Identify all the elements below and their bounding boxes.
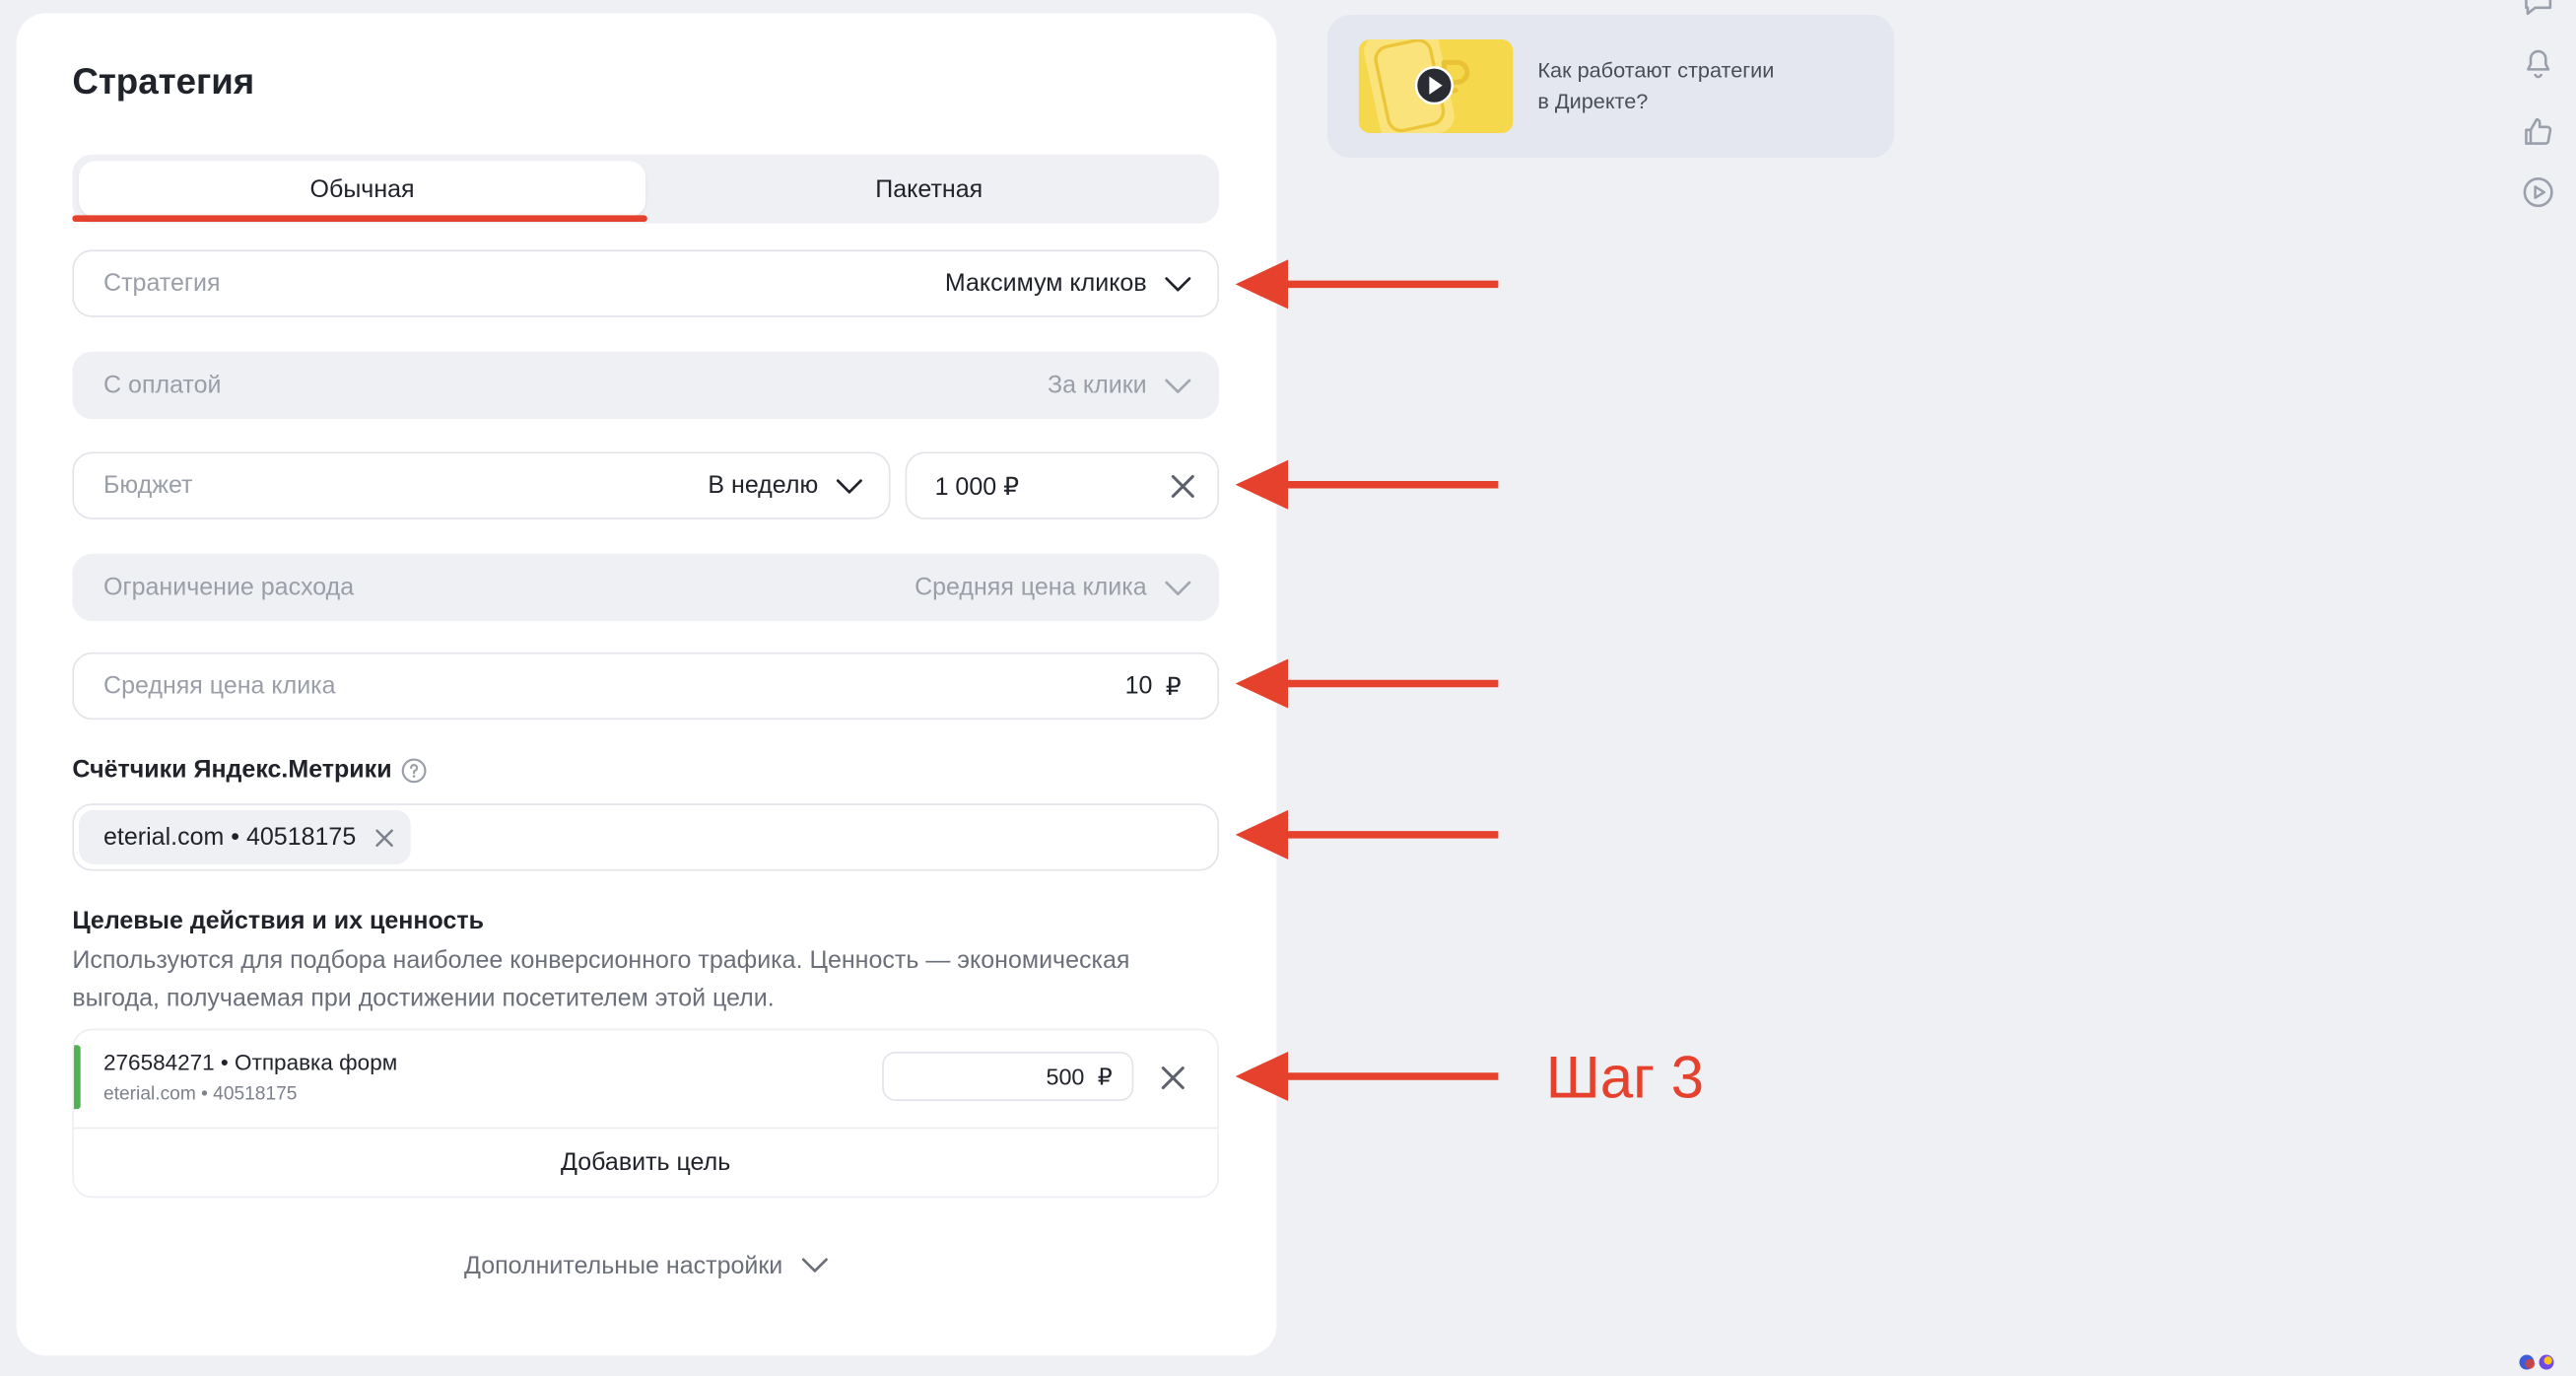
page-title: Стратегия [72, 60, 255, 103]
tab-regular[interactable]: Обычная [79, 161, 646, 218]
help-video-title: Как работают стратегии в Директе? [1537, 54, 1774, 116]
budget-period-value: В неделю [708, 471, 819, 500]
step-annotation: Шаг 3 [1545, 1043, 1705, 1111]
goals-description-line: Используются для подбора наиболее конвер… [72, 946, 1130, 975]
avg-cpc-value: 10 [1124, 671, 1153, 701]
goals-list: 276584271 • Отправка форм eterial.com • … [72, 1028, 1219, 1199]
avg-cpc-label: Средняя цена клика [103, 671, 336, 701]
strategy-select[interactable]: Стратегия Максимум кликов [72, 249, 1219, 317]
spend-limit-select[interactable]: Ограничение расхода Средняя цена клика [72, 553, 1219, 622]
goals-description-line: выгода, получаемая при достижении посети… [72, 984, 775, 1012]
goal-status-bar [74, 1045, 81, 1110]
chip-remove-icon[interactable] [374, 827, 394, 847]
play-circle-icon[interactable] [2520, 174, 2556, 211]
metrika-counters-field[interactable]: eterial.com • 40518175 [72, 803, 1219, 871]
goals-description: Используются для подбора наиболее конвер… [72, 941, 1129, 1017]
goals-title: Целевые действия и их ценность [72, 907, 484, 935]
help-video-card[interactable]: Как работают стратегии в Директе? [1327, 15, 1895, 159]
budget-amount-value: 1 000 ₽ [934, 472, 1020, 501]
corner-logo-icon [2517, 1350, 2559, 1370]
payment-select[interactable]: С оплатой За клики [72, 351, 1219, 420]
video-thumbnail [1358, 26, 1514, 142]
page: Стратегия Обычная Пакетная Стратегия Мак… [0, 0, 2576, 1376]
chat-icon[interactable] [2520, 0, 2556, 20]
goal-value-input[interactable]: 500 ₽ [882, 1051, 1134, 1101]
strategy-card: Стратегия Обычная Пакетная Стратегия Мак… [16, 13, 1277, 1356]
chevron-down-icon [1165, 378, 1191, 394]
advanced-settings-toggle[interactable]: Дополнительные настройки [17, 1249, 1277, 1281]
goal-name: 276584271 • Отправка форм [103, 1050, 398, 1075]
annotation-underline [72, 215, 647, 223]
advanced-settings-label: Дополнительные настройки [464, 1251, 783, 1279]
clear-icon[interactable] [1168, 471, 1197, 501]
strategy-tabs: Обычная Пакетная [72, 154, 1219, 224]
chevron-down-icon [1165, 275, 1191, 292]
budget-period-select[interactable]: Бюджет В неделю [72, 451, 891, 519]
counter-chip-label: eterial.com • 40518175 [103, 823, 357, 852]
goal-item: 276584271 • Отправка форм eterial.com • … [74, 1030, 1218, 1130]
strategy-value: Максимум кликов [944, 269, 1147, 298]
counter-chip[interactable]: eterial.com • 40518175 [79, 809, 411, 864]
payment-label: С оплатой [103, 371, 222, 400]
goal-value: 500 [1046, 1063, 1085, 1090]
goal-counter: eterial.com • 40518175 [103, 1084, 298, 1105]
tab-package[interactable]: Пакетная [645, 161, 1212, 217]
add-goal-button[interactable]: Добавить цель [74, 1129, 1217, 1196]
chevron-down-icon [836, 477, 863, 494]
metrika-label: Счётчики Яндекс.Метрики [72, 756, 428, 784]
spend-limit-value: Средняя цена клика [915, 573, 1147, 602]
chevron-down-icon [802, 1257, 829, 1273]
remove-goal-icon[interactable] [1158, 1064, 1187, 1093]
help-video-title-line: Как работают стратегии [1537, 57, 1775, 83]
budget-amount-input[interactable]: 1 000 ₽ [905, 451, 1219, 519]
metrika-label-text: Счётчики Яндекс.Метрики [72, 755, 392, 785]
chevron-down-icon [1165, 580, 1191, 596]
payment-value: За клики [1047, 371, 1147, 400]
help-video-title-line: в Директе? [1537, 89, 1649, 114]
thumbs-up-icon[interactable] [2520, 113, 2556, 150]
strategy-label: Стратегия [103, 269, 221, 298]
bell-icon[interactable] [2520, 46, 2556, 83]
budget-label: Бюджет [103, 471, 193, 500]
help-icon[interactable] [402, 757, 429, 784]
avg-cpc-currency: ₽ [1165, 672, 1182, 702]
goal-currency: ₽ [1097, 1062, 1113, 1089]
spend-limit-label: Ограничение расхода [103, 573, 355, 602]
avg-cpc-input[interactable]: Средняя цена клика 10 ₽ [72, 652, 1219, 721]
